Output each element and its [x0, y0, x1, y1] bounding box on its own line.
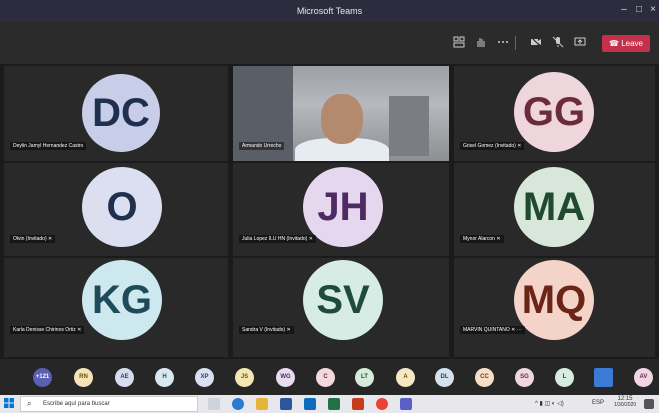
windows-start-icon[interactable] — [4, 398, 16, 410]
camera-icon[interactable] — [529, 36, 543, 50]
participant-tile[interactable]: KG Karla Denisse Chirinos Ortiz ✕ — [4, 258, 228, 357]
meeting-toolbar: ☎ Leave — [0, 22, 659, 64]
search-placeholder: Escribe aquí para buscar — [43, 401, 110, 407]
participant-tile[interactable]: MQ MARVIN QUINTANO ✕ ··· — [454, 258, 655, 357]
phone-hangup-icon: ☎ — [609, 39, 619, 48]
mic-muted-icon: ✕ — [517, 143, 522, 149]
participant-name: MARVIN QUINTANO ✕ ··· — [460, 326, 525, 334]
participant-name-text: Olvin (Invitado) — [13, 236, 47, 242]
participant-name: Grisel Gomez (Invitado) ✕ — [460, 142, 525, 150]
participant-name-text: Karla Denisse Chirinos Ortiz — [13, 327, 76, 333]
person-figure — [321, 94, 363, 144]
word-icon[interactable] — [280, 398, 292, 410]
participant-avatar[interactable]: CC — [475, 368, 494, 387]
excel-icon[interactable] — [328, 398, 340, 410]
avatar: KG — [82, 260, 162, 340]
participant-avatar[interactable]: AE — [115, 368, 134, 387]
participant-name-text: Julia Lopez ILU HN (Invitado) — [242, 236, 308, 242]
outlook-icon[interactable] — [304, 398, 316, 410]
share-screen-icon[interactable] — [573, 36, 587, 50]
participant-avatar[interactable]: H — [155, 368, 174, 387]
clock[interactable]: 12:15 1/30/2020 — [612, 396, 638, 408]
window-title: Microsoft Teams — [296, 6, 363, 16]
participant-avatar[interactable]: LT — [355, 368, 374, 387]
participant-tile[interactable]: O Olvin (Invitado) ✕ — [4, 163, 228, 256]
avatar: GG — [514, 72, 594, 152]
participant-name-text: Mynor Alarcon — [463, 236, 495, 242]
participant-name: Karla Denisse Chirinos Ortiz ✕ — [10, 326, 85, 334]
participant-strip: +121 RN AE H XP JS WG C LT A DL CC SG L … — [0, 359, 659, 395]
participant-avatar[interactable]: NH — [594, 368, 613, 387]
participant-name: Mynor Alarcon ✕ — [460, 235, 504, 243]
participant-avatar[interactable]: A — [396, 368, 415, 387]
avatar: SV — [303, 260, 383, 340]
os-taskbar: ⌕ Escribe aquí para buscar ^ ▮ ◫ ◐ ◁) ES… — [0, 395, 659, 413]
more-options-icon[interactable]: ··· — [517, 327, 522, 333]
participant-avatar[interactable]: L — [555, 368, 574, 387]
edge-browser-icon[interactable] — [232, 398, 244, 410]
participant-avatar[interactable]: C — [316, 368, 335, 387]
search-icon: ⌕ — [27, 399, 32, 408]
powerpoint-icon[interactable] — [352, 398, 364, 410]
microphone-icon[interactable] — [551, 36, 565, 50]
layout-icon[interactable] — [452, 36, 466, 50]
window-titlebar: Microsoft Teams – □ × — [0, 0, 659, 22]
avatar: DC — [82, 74, 160, 152]
avatar: MA — [514, 167, 594, 247]
chrome-icon[interactable] — [376, 398, 388, 410]
participant-avatar[interactable]: RN — [74, 368, 93, 387]
close-window-button[interactable]: × — [647, 4, 659, 15]
participant-tile[interactable]: JH Julia Lopez ILU HN (Invitado) ✕ — [233, 163, 449, 256]
participant-name: Armando Urrecho — [239, 142, 285, 150]
more-options-icon[interactable] — [496, 36, 510, 50]
participant-name: Olvin (Invitado) ✕ — [10, 235, 56, 243]
participant-name: Sandra V (Invitado) ✕ — [239, 326, 294, 334]
participant-avatar[interactable]: DL — [435, 368, 454, 387]
participant-avatar[interactable]: AV — [634, 368, 653, 387]
tray-icons[interactable]: ^ ▮ ◫ ◐ ◁) — [535, 400, 564, 407]
mic-muted-icon: ✕ — [48, 236, 53, 242]
participant-name-text: Sandra V (Invitado) — [242, 327, 286, 333]
toolbar-divider — [515, 36, 516, 50]
participant-tile[interactable]: SV Sandra V (Invitado) ✕ — [233, 258, 449, 357]
participant-tile[interactable]: GG Grisel Gomez (Invitado) ✕ — [454, 66, 655, 161]
participant-tile[interactable]: MA Mynor Alarcon ✕ — [454, 163, 655, 256]
participant-tile[interactable]: DC Deylin Jamyl Hernandez Castro — [4, 66, 228, 161]
taskbar-search-input[interactable]: ⌕ Escribe aquí para buscar — [20, 396, 198, 412]
file-explorer-icon[interactable] — [256, 398, 268, 410]
mic-muted-icon: ✕ — [77, 327, 82, 333]
participant-name-text: MARVIN QUINTANO — [463, 327, 510, 333]
participant-avatar[interactable]: XP — [195, 368, 214, 387]
overflow-participants-badge[interactable]: +121 — [33, 368, 52, 387]
participant-avatar[interactable]: SG — [515, 368, 534, 387]
maximize-button[interactable]: □ — [633, 4, 645, 15]
leave-label: Leave — [621, 39, 643, 48]
clock-date: 1/30/2020 — [613, 402, 637, 408]
participant-name: Julia Lopez ILU HN (Invitado) ✕ — [239, 235, 316, 243]
notifications-icon[interactable] — [644, 399, 654, 409]
participant-avatar[interactable]: JS — [235, 368, 254, 387]
mic-muted-icon: ✕ — [286, 327, 291, 333]
video-grid: DC Deylin Jamyl Hernandez Castro Armando… — [0, 64, 659, 359]
task-view-icon[interactable] — [208, 398, 220, 410]
participant-name: Deylin Jamyl Hernandez Castro — [10, 142, 87, 150]
avatar: MQ — [514, 260, 594, 340]
leave-button[interactable]: ☎ Leave — [602, 35, 650, 52]
mic-muted-icon: ✕ — [496, 236, 501, 242]
mic-muted-icon: ✕ — [308, 236, 313, 242]
teams-icon[interactable] — [400, 398, 412, 410]
participant-name-text: Grisel Gomez (Invitado) — [463, 143, 516, 149]
video-background — [389, 96, 429, 156]
raise-hand-icon[interactable] — [474, 36, 488, 50]
mic-muted-icon: ✕ — [511, 327, 516, 333]
participant-avatar[interactable]: WG — [276, 368, 295, 387]
participant-video-tile[interactable]: Armando Urrecho — [233, 66, 449, 161]
avatar: O — [82, 167, 162, 247]
language-indicator[interactable]: ESP — [592, 400, 604, 406]
minimize-button[interactable]: – — [618, 4, 630, 15]
